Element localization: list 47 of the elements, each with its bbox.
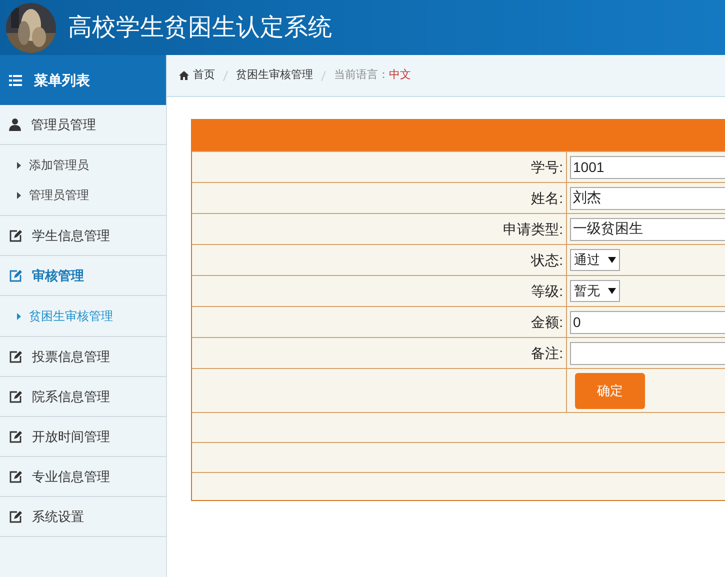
field-label: 申请类型: (192, 214, 567, 244)
separator-icon (223, 70, 228, 80)
edit-icon (9, 390, 22, 403)
caret-icon (17, 312, 21, 320)
select-field[interactable]: 暂无 (570, 280, 620, 302)
edit-icon (9, 350, 22, 363)
dropdown-icon (608, 288, 616, 294)
menu-item[interactable]: 管理员管理 (0, 180, 166, 210)
field-label: 等级: (192, 276, 567, 306)
edit-icon (9, 430, 22, 443)
select-field[interactable]: 通过 (570, 249, 620, 271)
field-label: 金额: (192, 307, 567, 337)
field-label: 状态: (192, 245, 567, 275)
menu-item[interactable]: 添加管理员 (0, 150, 166, 180)
menu-icon (9, 74, 22, 86)
edit-icon (9, 510, 22, 523)
edit-icon (9, 229, 22, 242)
home-icon (179, 71, 189, 80)
field-label: 姓名: (192, 183, 567, 213)
caret-icon (17, 192, 21, 198)
user-icon (9, 118, 21, 131)
menu-group[interactable]: 系统设置 (0, 497, 166, 537)
field-label: 学号: (192, 152, 567, 182)
field-label: 备注: (192, 338, 567, 368)
menu-group[interactable]: 院系信息管理 (0, 377, 166, 417)
input-field[interactable] (570, 342, 725, 364)
breadcrumb-link[interactable]: 贫困生审核管理 (236, 67, 313, 84)
dropdown-icon (608, 257, 616, 263)
home-link[interactable]: 首页 (179, 67, 215, 84)
menu-group[interactable]: 投票信息管理 (0, 337, 166, 377)
language-label: 当前语言： (334, 68, 389, 84)
menu-group[interactable]: 学生信息管理 (0, 216, 166, 256)
app-title: 高校学生贫困生认定系统 (68, 12, 332, 42)
caret-icon (17, 162, 21, 168)
input-field[interactable]: 一级贫困生 (570, 218, 725, 240)
menu-group[interactable]: 管理员管理 (0, 105, 166, 145)
menu-group[interactable]: 开放时间管理 (0, 417, 166, 457)
sidebar-title: 菜单列表 (34, 70, 90, 90)
menu-group[interactable]: 专业信息管理 (0, 457, 166, 497)
input-field[interactable]: 刘杰 (570, 186, 725, 210)
edit-icon (9, 470, 22, 483)
separator-icon (321, 70, 326, 80)
language-value: 中文 (389, 68, 411, 84)
input-field[interactable]: 0 (570, 310, 725, 334)
edit-icon (9, 269, 22, 282)
input-field[interactable]: 1001 (570, 156, 725, 178)
menu-group[interactable]: 审核管理 (0, 256, 166, 296)
